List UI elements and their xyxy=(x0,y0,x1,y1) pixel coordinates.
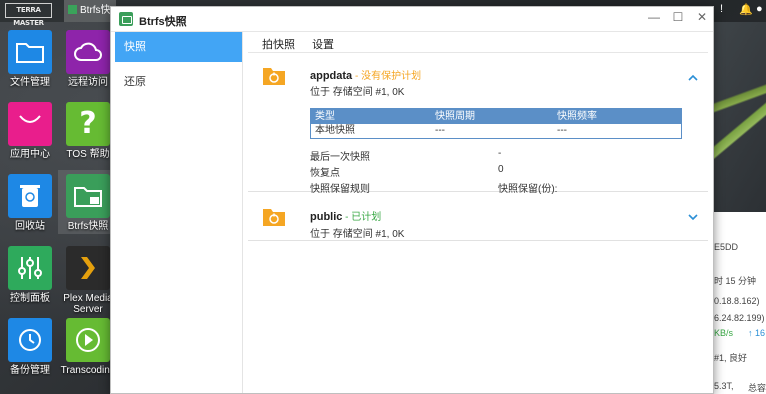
maximize-button[interactable]: ☐ xyxy=(669,10,687,24)
volume-location: 位于 存储空间 #1, 0K xyxy=(310,87,405,98)
snapshot-folder-icon xyxy=(262,66,286,86)
toolbar-divider xyxy=(248,52,708,53)
settings-button[interactable]: 设置 xyxy=(312,36,334,52)
desktop-icon-label: 回收站 xyxy=(15,221,45,232)
desktop-icon-label: Plex Media Server xyxy=(63,293,113,315)
volume-name: appdata xyxy=(310,70,353,82)
take-snapshot-button[interactable]: 拍快照 xyxy=(262,36,295,52)
taskbar-app-label: Btrfs快 xyxy=(80,5,111,16)
table-row[interactable]: 本地快照 --- --- xyxy=(311,124,681,138)
widget-text: KB/s xyxy=(714,328,734,338)
terramaster-logo[interactable]: TERRA MASTER xyxy=(5,3,52,27)
desktop-icon-label: 控制面板 xyxy=(10,293,50,304)
desktop-icon-backup[interactable]: 备份管理 xyxy=(0,318,60,377)
close-button[interactable]: ✕ xyxy=(693,10,711,24)
collapse-chevron-up-icon[interactable] xyxy=(688,69,698,84)
widget-text: 6.24.82.199) xyxy=(714,313,765,323)
notification-icon[interactable]: ! xyxy=(720,3,723,15)
play-icon xyxy=(66,318,110,362)
volume-card-appdata: appdata - 没有保护计划 位于 存储空间 #1, 0K 类型 快照周期 … xyxy=(248,54,708,195)
column-header-period: 快照周期 xyxy=(435,111,475,122)
plex-chevron-icon xyxy=(66,246,110,290)
desktop-icon-transcoding[interactable]: Transcoding xyxy=(58,318,118,377)
window-title: Btrfs快照 xyxy=(139,16,187,28)
desktop-icon-app-center[interactable]: 应用中心 xyxy=(0,102,60,161)
main-content: 拍快照 设置 appdata - 没有保护计划 位于 存储空间 #1, 0K 类… xyxy=(244,32,713,393)
widget-text: ↑ 16 xyxy=(748,328,766,338)
question-icon: ? xyxy=(66,102,110,146)
sidebar-item-restore[interactable]: 还原 xyxy=(111,67,242,97)
table-cell: 本地快照 xyxy=(315,125,355,136)
table-cell: --- xyxy=(435,125,445,136)
desktop-icon-remote-access[interactable]: 远程访问 xyxy=(58,30,118,89)
snapshot-folder-icon xyxy=(66,174,110,218)
folder-icon xyxy=(8,30,52,74)
expand-chevron-down-icon[interactable] xyxy=(688,209,698,224)
widget-text: 总容 xyxy=(748,383,766,393)
desktop-icon-control-panel[interactable]: 控制面板 xyxy=(0,246,60,305)
desktop-icon-label: 文件管理 xyxy=(10,77,50,88)
volume-title: appdata - 没有保护计划 xyxy=(310,67,421,82)
widget-text: E5DD xyxy=(714,242,739,252)
taskbar-active-app[interactable]: Btrfs快 xyxy=(64,0,116,22)
detail-value: - xyxy=(498,148,502,159)
desktop-icon-label: 远程访问 xyxy=(68,77,108,88)
table-cell: --- xyxy=(557,125,567,136)
protection-status: 没有保护计划 xyxy=(361,71,422,82)
cloud-icon xyxy=(66,30,110,74)
recycle-bin-icon xyxy=(8,174,52,218)
volume-separator: - xyxy=(342,212,352,223)
desktop-icon-recycle-bin[interactable]: 回收站 xyxy=(0,174,60,233)
volume-name: public xyxy=(310,211,343,223)
desktop-icon-label: TOS 帮助 xyxy=(66,149,110,160)
widget-text: #1, 良好 xyxy=(714,353,748,363)
desktop-icon-btrfs-snapshot[interactable]: Btrfs快照 xyxy=(58,170,118,234)
table-header: 类型 快照周期 快照频率 xyxy=(311,109,681,124)
sidebar-item-snapshot[interactable]: 快照 xyxy=(115,32,242,62)
detail-value: 0 xyxy=(498,164,504,175)
widget-text: 5.3T, xyxy=(714,381,734,391)
btrfs-snapshot-app-icon xyxy=(119,12,133,26)
btrfs-snapshot-window: Btrfs快照 — ☐ ✕ 快照 还原 拍快照 设置 appdata - 没有保… xyxy=(110,6,714,394)
volume-title: public - 已计划 xyxy=(310,208,381,223)
sidebar: 快照 还原 xyxy=(111,32,243,393)
desktop-icon-label: 备份管理 xyxy=(10,365,50,376)
desktop-icon-plex[interactable]: Plex Media Server xyxy=(58,246,118,315)
desktop-icon-tos-help[interactable]: ? TOS 帮助 xyxy=(58,102,118,161)
desktop-icon-file-manager[interactable]: 文件管理 xyxy=(0,30,60,89)
detail-label: 恢复点 xyxy=(310,168,340,179)
snapshot-folder-icon xyxy=(262,207,286,227)
sliders-icon xyxy=(8,246,52,290)
volume-card-public: public - 已计划 位于 存储空间 #1, 0K xyxy=(248,193,708,241)
column-header-frequency: 快照频率 xyxy=(557,111,597,122)
detail-label: 最后一次快照 xyxy=(310,152,370,163)
window-titlebar[interactable]: Btrfs快照 — ☐ ✕ xyxy=(111,7,713,32)
desktop-icon-label: Transcoding xyxy=(60,365,116,376)
desktop-icon-label: Btrfs快照 xyxy=(67,221,109,232)
column-header-type: 类型 xyxy=(315,111,335,122)
user-icon[interactable]: ● xyxy=(756,3,763,15)
protection-status: 已计划 xyxy=(351,212,382,223)
widget-text: 0.18.8.162) xyxy=(714,296,760,306)
widget-text: 时 15 分钟 xyxy=(714,276,757,286)
minimize-button[interactable]: — xyxy=(645,10,663,24)
bell-icon[interactable]: 🔔 xyxy=(739,3,753,16)
volume-separator: - xyxy=(352,71,362,82)
desktop-icon-label: 应用中心 xyxy=(10,149,50,160)
store-bag-icon xyxy=(8,102,52,146)
btrfs-app-icon xyxy=(68,5,77,14)
clock-backup-icon xyxy=(8,318,52,362)
volume-location: 位于 存储空间 #1, 0K xyxy=(310,229,405,240)
snapshot-table: 类型 快照周期 快照频率 本地快照 --- --- xyxy=(310,108,682,139)
